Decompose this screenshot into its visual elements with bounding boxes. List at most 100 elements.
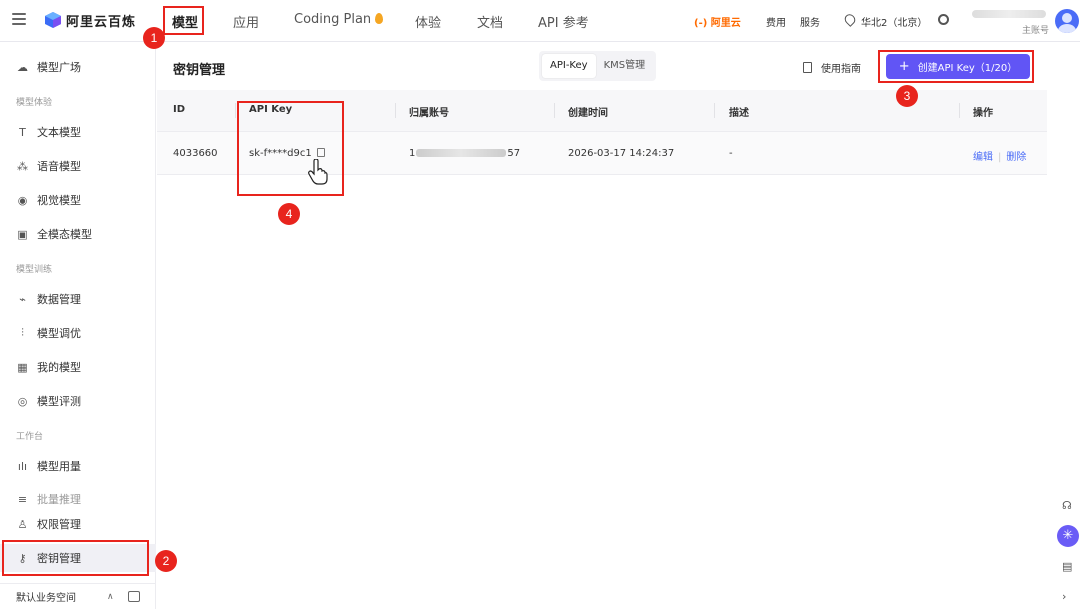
waveform-icon: ⁂ — [17, 159, 28, 173]
document-icon[interactable]: ▤ — [1062, 560, 1072, 573]
brand-name[interactable]: 阿里云百炼 — [66, 11, 136, 30]
sidebar-item-usage[interactable]: ılı 模型用量 — [0, 452, 156, 480]
sidebar-item-label: 批量推理 — [37, 493, 81, 506]
sidebar-item-text-model[interactable]: T 文本模型 — [0, 118, 156, 146]
nav-coding-plan[interactable]: Coding Plan — [294, 12, 384, 27]
sidebar-section-title: 模型体验 — [16, 98, 53, 108]
column-header-created: 创建时间 — [568, 108, 608, 119]
sliders-icon: ⫶ — [21, 326, 24, 339]
nav-service[interactable]: 服务 — [800, 14, 820, 29]
sidebar-item-label: 模型调优 — [37, 327, 81, 340]
cell-actions: 编辑 | 删除 — [973, 148, 1026, 163]
delete-link[interactable]: 删除 — [1006, 152, 1026, 163]
text-icon: T — [19, 125, 26, 139]
list-icon: ≡ — [17, 492, 28, 506]
headset-icon[interactable]: ☊ — [1062, 499, 1072, 512]
highlight-box-api-key — [237, 101, 344, 196]
sidebar-item-label: 数据管理 — [37, 293, 81, 306]
column-divider — [235, 103, 236, 118]
column-divider — [959, 103, 960, 118]
location-icon — [842, 12, 858, 27]
cell-account: 1 57 — [409, 148, 520, 159]
nav-api-reference[interactable]: API 参考 — [538, 12, 589, 31]
workspace-switcher[interactable]: 默认业务空间 ∧ — [0, 583, 156, 609]
flame-icon — [375, 13, 384, 24]
collapse-sidebar-icon[interactable] — [128, 591, 140, 602]
nav-billing[interactable]: 费用 — [766, 14, 786, 29]
sidebar-item-label: 模型评测 — [37, 395, 81, 408]
nav-docs[interactable]: 文档 — [477, 12, 503, 31]
sidebar: ☁ 模型广场 模型体验 T 文本模型 ⁂ 语音模型 ◉ 视觉模型 ▣ 全模态模型 模型训练… — [0, 43, 156, 609]
sidebar-item-my-models[interactable]: ▦ 我的模型 — [0, 353, 156, 381]
sidebar-section-title: 工作台 — [16, 432, 44, 442]
play-box-icon: ▣ — [17, 227, 28, 241]
user-icon: ♙ — [17, 517, 28, 531]
action-separator: | — [998, 152, 1002, 163]
region-selector[interactable]: 华北2（北京） — [861, 14, 927, 29]
chevron-up-icon[interactable]: ∧ — [107, 592, 114, 602]
sidebar-item-label: 文本模型 — [37, 126, 81, 139]
sidebar-item-voice-model[interactable]: ⁂ 语音模型 — [0, 152, 156, 180]
compass-icon: ◎ — [17, 394, 28, 408]
sidebar-item-label: 全模态模型 — [37, 228, 92, 241]
cell-created: 2026-03-17 14:24:37 — [568, 148, 675, 159]
nav-coding-plan-label: Coding Plan — [294, 12, 372, 27]
column-header-description: 描述 — [729, 108, 749, 119]
account-type: 主账号 — [1022, 26, 1050, 36]
step-badge: 1 — [143, 27, 165, 49]
edit-link[interactable]: 编辑 — [973, 152, 993, 163]
settings-icon[interactable] — [938, 14, 949, 25]
highlight-box-key-management — [2, 540, 149, 576]
column-header-account: 归属账号 — [409, 108, 449, 119]
bailian-logo-icon — [45, 12, 61, 28]
avatar[interactable] — [1055, 9, 1079, 33]
sidebar-item-fine-tuning[interactable]: ⫶ 模型调优 — [0, 319, 156, 347]
account-suffix: 57 — [507, 148, 521, 159]
step-badge: 2 — [155, 550, 177, 572]
cell-id: 4033660 — [173, 148, 218, 159]
tab-api-key[interactable]: API-Key — [542, 54, 596, 78]
sidebar-item-batch-inference[interactable]: ≡ 批量推理 — [0, 485, 156, 513]
sidebar-item-vision-model[interactable]: ◉ 视觉模型 — [0, 186, 156, 214]
assistant-star-icon[interactable]: ✳ — [1057, 525, 1079, 547]
chevron-right-icon[interactable]: › — [1062, 590, 1066, 603]
bar-chart-icon: ılı — [17, 459, 28, 473]
sidebar-item-label: 权限管理 — [37, 518, 81, 531]
tab-kms[interactable]: KMS管理 — [596, 54, 654, 78]
nav-experience[interactable]: 体验 — [415, 12, 441, 31]
aliyun-logo[interactable]: (-) 阿里云 — [694, 14, 741, 29]
cell-description: - — [729, 148, 733, 159]
camera-icon: ◉ — [17, 193, 28, 207]
account-name-redacted — [972, 10, 1046, 18]
sidebar-item-label: 视觉模型 — [37, 194, 81, 207]
column-divider — [714, 103, 715, 118]
sidebar-item-model-square[interactable]: ☁ 模型广场 — [0, 53, 156, 81]
chart-icon: ⌁ — [19, 292, 26, 306]
sidebar-section-title: 模型训练 — [16, 265, 53, 275]
account-redacted — [416, 149, 507, 157]
usage-guide-link[interactable]: 使用指南 — [803, 60, 861, 75]
highlight-box-model — [163, 6, 204, 35]
sidebar-item-label: 模型广场 — [37, 61, 81, 74]
sidebar-item-label: 模型用量 — [37, 460, 81, 473]
cloud-icon: ☁ — [17, 60, 28, 74]
document-icon — [803, 62, 812, 73]
grid-icon: ▦ — [17, 360, 28, 374]
workspace-name: 默认业务空间 — [16, 593, 76, 604]
sidebar-item-omni-model[interactable]: ▣ 全模态模型 — [0, 220, 156, 248]
menu-icon[interactable] — [12, 13, 26, 25]
sidebar-item-permissions[interactable]: ♙ 权限管理 — [0, 510, 156, 538]
usage-guide-label: 使用指南 — [821, 64, 861, 75]
account-prefix: 1 — [409, 148, 416, 159]
sidebar-item-data-management[interactable]: ⌁ 数据管理 — [0, 285, 156, 313]
key-type-tabs: API-Key KMS管理 — [539, 51, 657, 81]
column-header-actions: 操作 — [973, 108, 993, 119]
nav-app[interactable]: 应用 — [233, 12, 259, 31]
sidebar-item-evaluation[interactable]: ◎ 模型评测 — [0, 387, 156, 415]
page-title: 密钥管理 — [173, 63, 226, 78]
column-divider — [554, 103, 555, 118]
highlight-box-create — [878, 50, 1034, 83]
column-header-id: ID — [173, 104, 186, 115]
step-badge: 3 — [896, 85, 918, 107]
sidebar-item-label: 语音模型 — [37, 160, 81, 173]
